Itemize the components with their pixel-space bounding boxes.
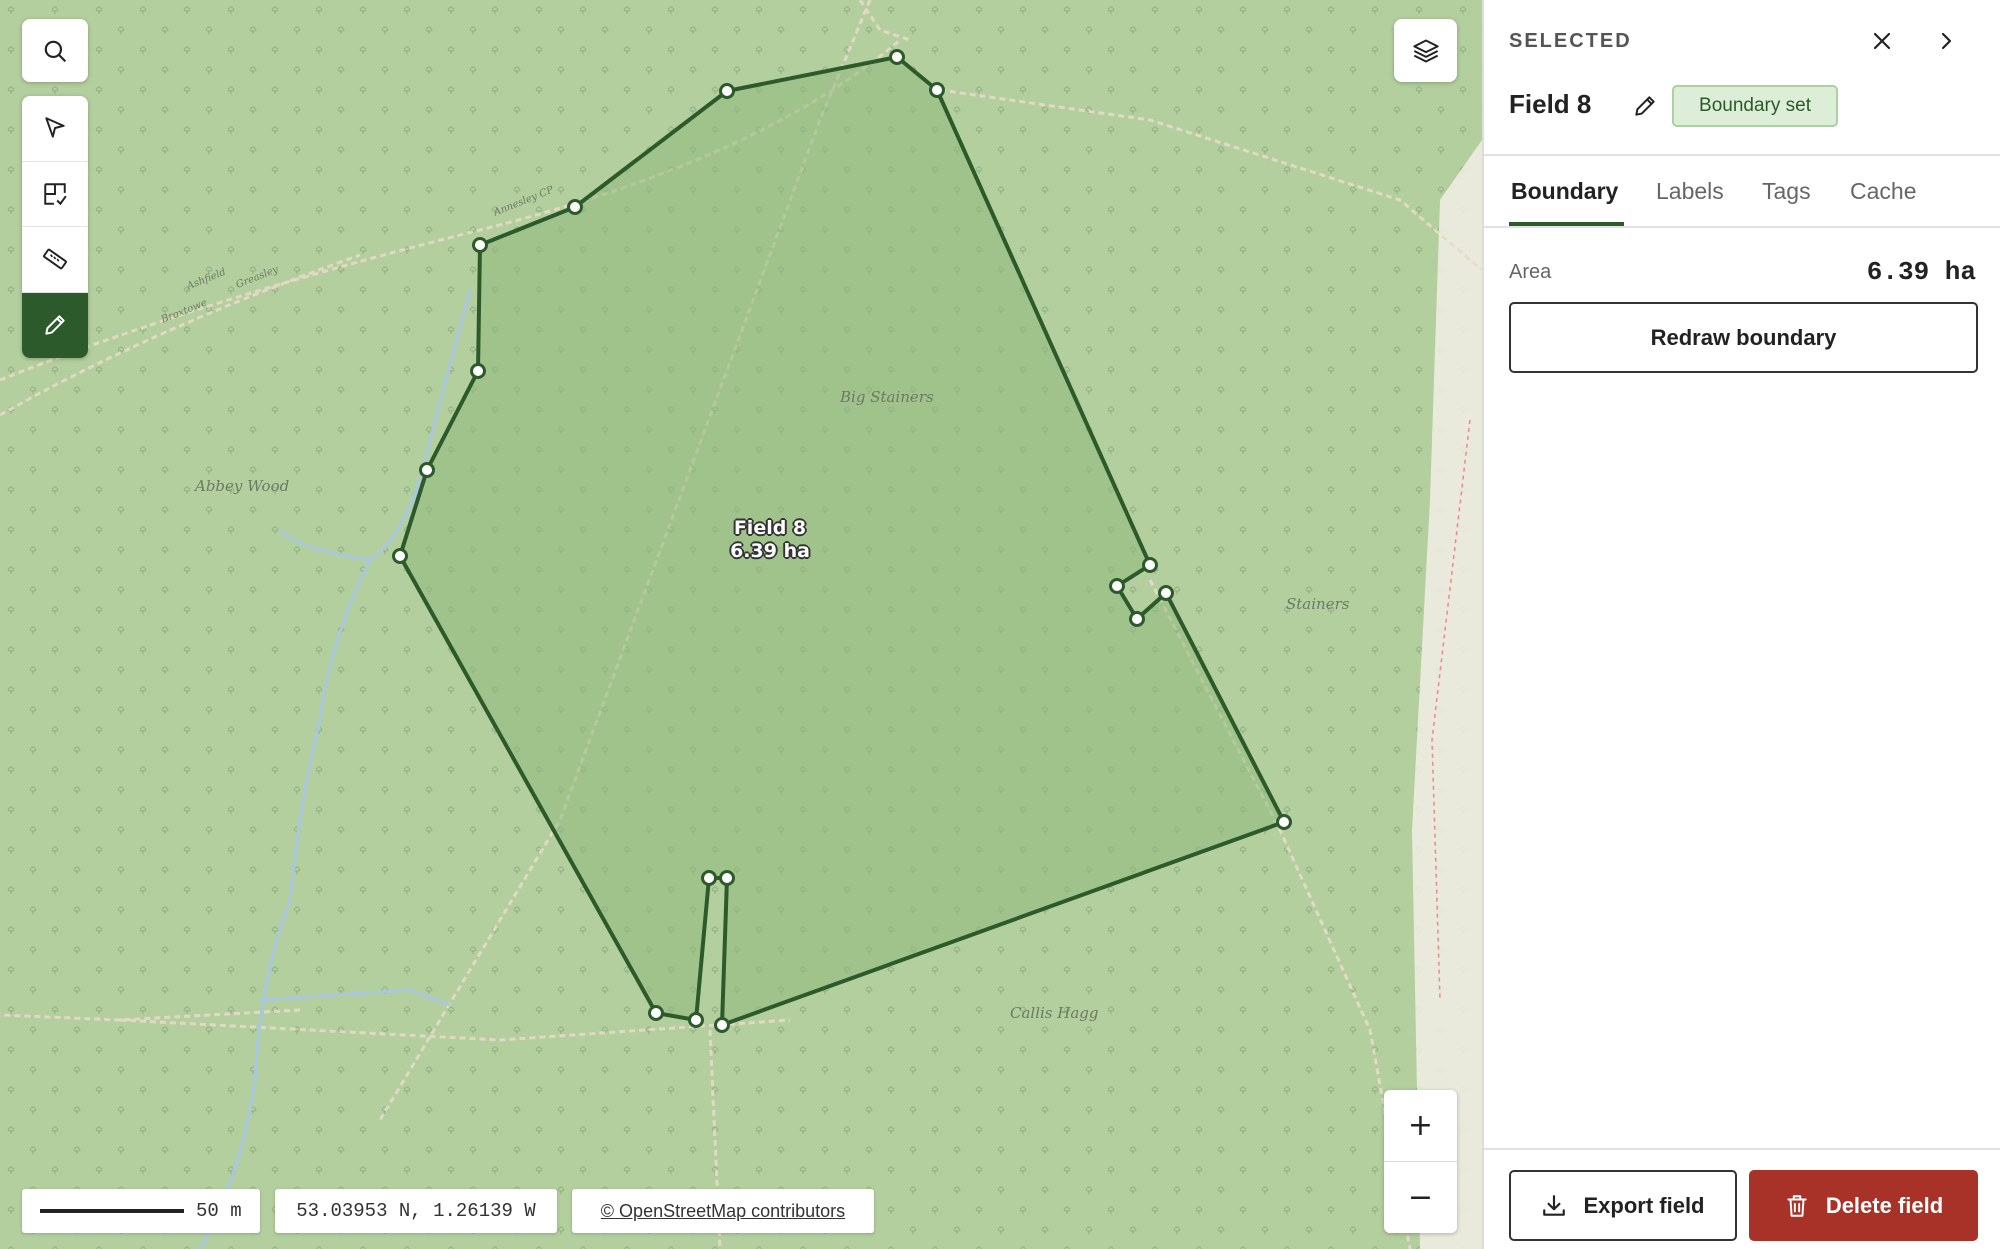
ruler-icon	[43, 248, 67, 270]
field-polygon-label: Field 8 6.39 ha	[700, 517, 840, 563]
measure-tool-button[interactable]	[22, 227, 88, 293]
zoom-in-button[interactable]: +	[1384, 1090, 1457, 1162]
selection-panel: SELECTED Field 8 Boundary set Boundary L…	[1482, 0, 2000, 1249]
export-field-button[interactable]: Export field	[1509, 1170, 1737, 1241]
search-button[interactable]	[22, 19, 88, 82]
tab-tags[interactable]: Tags	[1762, 178, 1811, 205]
redraw-boundary-button[interactable]: Redraw boundary	[1509, 302, 1978, 373]
scale-line	[40, 1209, 184, 1213]
delete-field-button[interactable]: Delete field	[1749, 1170, 1978, 1241]
place-label-stainers: Stainers	[1286, 595, 1350, 613]
place-label-abbey-wood: Abbey Wood	[195, 477, 290, 495]
coordinate-readout: 53.03953 N, 1.26139 W	[275, 1189, 557, 1233]
tool-palette	[22, 96, 88, 358]
scale-bar: 50 m	[22, 1189, 260, 1233]
map-canvas[interactable]: Big Stainers Abbey Wood Stainers Callis …	[0, 0, 1482, 1249]
field-title: Field 8	[1509, 89, 1592, 119]
scale-label: 50 m	[196, 1200, 242, 1222]
tab-boundary[interactable]: Boundary	[1511, 178, 1618, 205]
attribution: © OpenStreetMap contributors	[572, 1189, 874, 1233]
delete-field-label: Delete field	[1825, 1192, 1944, 1218]
tab-labels[interactable]: Labels	[1656, 178, 1724, 205]
search-icon	[44, 40, 66, 62]
zoom-control: + −	[1384, 1090, 1457, 1233]
draw-tool-button[interactable]	[22, 292, 88, 358]
area-label: Area	[1509, 261, 1552, 283]
status-badge: Boundary set	[1672, 85, 1838, 127]
cursor-arrow-icon	[45, 117, 65, 138]
panel-tabs: Boundary Labels Tags Cache	[1484, 154, 2000, 228]
select-tool-button[interactable]	[22, 96, 88, 162]
pencil-icon	[1635, 96, 1655, 116]
close-icon	[1873, 32, 1891, 50]
area-value: 6.39 ha	[1866, 257, 1976, 287]
layers-button[interactable]	[1394, 19, 1457, 82]
download-icon	[1543, 1194, 1566, 1216]
close-button[interactable]	[1865, 24, 1899, 58]
active-tab-indicator	[1509, 222, 1624, 226]
chevron-right-icon	[1941, 32, 1952, 50]
place-label-callis-hagg: Callis Hagg	[1010, 1004, 1099, 1022]
field-label-area: 6.39 ha	[730, 540, 810, 562]
attribution-link[interactable]: © OpenStreetMap contributors	[601, 1201, 845, 1222]
field-label-name: Field 8	[733, 517, 807, 539]
map-base	[0, 0, 1482, 1249]
panel-footer: Export field Delete field	[1484, 1148, 2000, 1249]
trash-icon	[1787, 1194, 1807, 1217]
export-field-label: Export field	[1583, 1192, 1705, 1218]
pencil-icon	[45, 315, 65, 335]
rename-button[interactable]	[1628, 89, 1662, 123]
tab-cache[interactable]: Cache	[1850, 178, 1916, 205]
collapse-panel-button[interactable]	[1929, 24, 1963, 58]
layers-icon	[1412, 39, 1439, 62]
fields-tool-button[interactable]	[22, 162, 88, 227]
place-label-big-stainers: Big Stainers	[840, 388, 934, 406]
field-check-icon	[44, 183, 67, 206]
panel-header: SELECTED	[1509, 30, 1632, 52]
zoom-out-button[interactable]: −	[1384, 1162, 1457, 1234]
